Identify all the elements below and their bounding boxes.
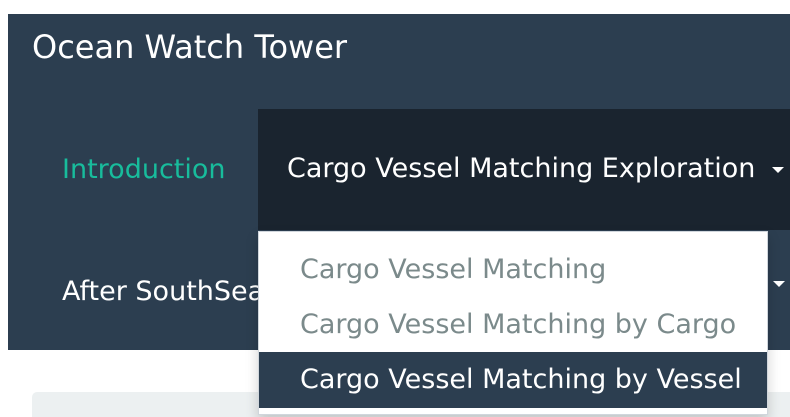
nav-item-cargo-vessel-matching-exploration[interactable]: Cargo Vessel Matching Exploration [258,109,790,230]
nav-item-label: Cargo Vessel Matching Exploration [287,153,756,184]
menu-item-cargo-vessel-matching[interactable]: Cargo Vessel Matching [259,242,767,298]
menu-item-cargo-vessel-matching-by-vessel[interactable]: Cargo Vessel Matching by Vessel [259,352,767,408]
caret-down-icon [771,166,784,173]
menu-item-cargo-vessel-matching-by-cargo[interactable]: Cargo Vessel Matching by Cargo [259,297,767,353]
brand-title[interactable]: Ocean Watch Tower [32,26,347,68]
nav-dropdown-toggle[interactable]: Cargo Vessel Matching Exploration [287,151,784,187]
caret-down-icon [773,281,785,287]
nav-item-after-southsea[interactable]: After SouthSea [62,274,264,310]
page: Ocean Watch Tower Introduction Cargo Ves… [0,0,790,417]
dropdown-menu: Cargo Vessel Matching Cargo Vessel Match… [258,231,768,415]
nav-item-introduction[interactable]: Introduction [62,152,226,188]
